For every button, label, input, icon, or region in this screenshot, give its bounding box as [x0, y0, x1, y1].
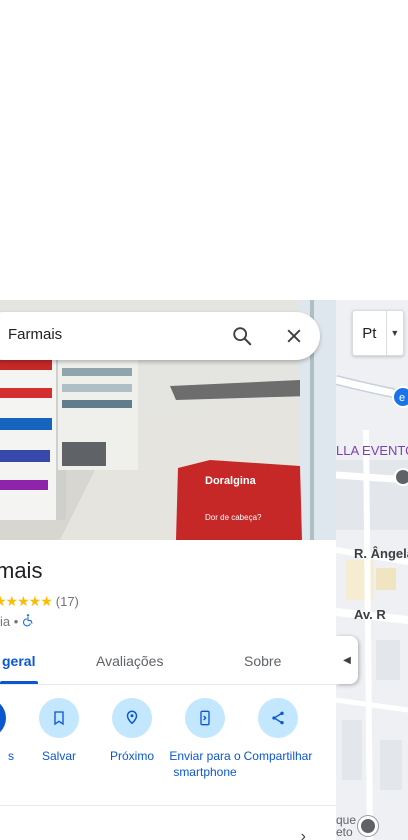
- star-rating-icon: ★★★★★: [0, 593, 53, 609]
- phone-icon: [185, 698, 225, 738]
- map-roads: [336, 300, 408, 840]
- action-label: Compartilhar: [243, 749, 313, 763]
- map-poi-label[interactable]: LLA EVENTO: [336, 443, 408, 458]
- rating-row[interactable]: ★★★★★ (17): [0, 593, 79, 610]
- category-row: ia •: [0, 613, 35, 630]
- map-street-label: Av. R: [354, 607, 386, 622]
- action-buttons: s Salvar Próximo Enviar para o smartphon…: [0, 698, 336, 808]
- nearby-button[interactable]: Próximo: [94, 698, 170, 764]
- wheelchair-accessible-icon: [21, 613, 35, 630]
- map-street-label: R. Ângela: [354, 546, 408, 561]
- chevron-down-icon[interactable]: ▼: [385, 311, 403, 355]
- action-label: Enviar para o smartphone: [169, 749, 241, 779]
- action-label: Salvar: [41, 749, 76, 763]
- send-to-phone-button[interactable]: Enviar para o smartphone: [167, 698, 243, 780]
- place-tabs: geral Avaliações Sobre: [0, 645, 336, 685]
- place-title: mais: [0, 558, 43, 583]
- share-button[interactable]: Compartilhar: [240, 698, 316, 764]
- active-tab-indicator: [0, 681, 38, 684]
- close-icon[interactable]: [282, 324, 306, 348]
- nearby-icon: [112, 698, 152, 738]
- share-icon: [258, 698, 298, 738]
- search-box[interactable]: Farmais: [0, 312, 320, 360]
- divider: [0, 805, 336, 806]
- layer-label: Pt: [362, 324, 377, 342]
- search-icon[interactable]: [230, 324, 254, 348]
- tab-about[interactable]: Sobre: [244, 653, 281, 669]
- map-pin-icon[interactable]: [394, 468, 408, 486]
- maps-screen: LLA EVENTO R. Ângela Av. R que eto e Pt …: [0, 0, 408, 840]
- tab-overview[interactable]: geral: [2, 653, 35, 669]
- svg-text:Doralgina: Doralgina: [205, 475, 257, 487]
- svg-text:e: e: [399, 392, 405, 404]
- tab-reviews[interactable]: Avaliações: [96, 653, 163, 669]
- blank-area: [0, 0, 408, 300]
- map-canvas[interactable]: LLA EVENTO R. Ângela Av. R que eto: [336, 300, 408, 840]
- address-row[interactable]: ›: [0, 828, 336, 840]
- search-input[interactable]: Farmais: [8, 326, 62, 343]
- map-bottom-label: que eto: [336, 813, 357, 839]
- place-panel: Doralgina Dor de cabeça? Farmais mais ★★…: [0, 300, 336, 840]
- chevron-right-icon: ›: [300, 828, 306, 840]
- review-count: (17): [55, 594, 79, 609]
- action-label: Próximo: [109, 749, 154, 763]
- layer-selector-button[interactable]: Pt ▼: [352, 310, 404, 356]
- svg-text:Dor de cabeça?: Dor de cabeça?: [205, 513, 262, 522]
- map-pin-icon[interactable]: [358, 816, 378, 836]
- bookmark-icon: [39, 698, 79, 738]
- category-label: ia •: [0, 614, 19, 629]
- chevron-left-icon: ◀: [343, 654, 351, 666]
- map-pin-icon[interactable]: e: [392, 386, 408, 408]
- save-button[interactable]: Salvar: [21, 698, 97, 764]
- collapse-panel-button[interactable]: ◀: [336, 636, 358, 684]
- directions-icon: [0, 698, 6, 738]
